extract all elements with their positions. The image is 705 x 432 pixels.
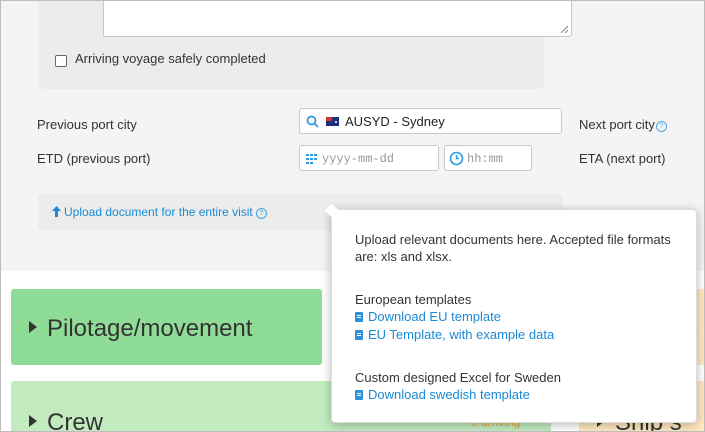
eta-label: ETA (next port): [579, 151, 666, 166]
remarks-textarea[interactable]: [103, 1, 572, 37]
previous-port-label: Previous port city: [37, 117, 137, 132]
next-port-label: Next port city?: [579, 117, 667, 132]
tooltip-intro: Upload relevant documents here. Accepted…: [355, 232, 671, 264]
etd-date-placeholder: yyyy-mm-dd: [322, 152, 395, 166]
eu-templates-heading: European templates: [355, 292, 472, 307]
next-port-label-text: Next port city: [579, 117, 655, 132]
app-frame: Arriving voyage safely completed Previou…: [0, 0, 705, 432]
download-eu-template-link[interactable]: Download EU template: [355, 309, 501, 324]
resize-grip-icon[interactable]: [560, 25, 568, 33]
upload-document-label: Upload document for the entire visit: [64, 205, 253, 219]
voyage-completed-label: Arriving voyage safely completed: [75, 51, 266, 66]
etd-label: ETD (previous port): [37, 151, 151, 166]
eu-template-example-label: EU Template, with example data: [368, 327, 555, 342]
document-icon: [355, 330, 363, 340]
upload-document-link[interactable]: Upload document for the entire visit?: [52, 205, 267, 219]
clock-icon: [449, 151, 464, 166]
crew-title[interactable]: Crew: [29, 409, 104, 432]
download-eu-template-label: Download EU template: [368, 309, 501, 324]
voyage-completed-checkbox[interactable]: [55, 55, 67, 67]
arrow-up-icon: [52, 206, 61, 217]
previous-port-input[interactable]: AUSYD - Sydney: [299, 108, 562, 134]
etd-time-placeholder: hh:mm: [467, 152, 504, 166]
calendar-icon: [306, 154, 317, 164]
download-swedish-template-link[interactable]: Download swedish template: [355, 387, 530, 402]
pilotage-title-text: Pilotage/movement: [47, 315, 253, 342]
search-icon: [306, 115, 319, 128]
australia-flag-icon: [326, 117, 339, 126]
download-swedish-template-label: Download swedish template: [368, 387, 530, 402]
document-icon: [355, 312, 363, 322]
pilotage-title[interactable]: Pilotage/movement: [29, 315, 252, 343]
crew-title-text: Crew: [47, 409, 104, 432]
upload-help-tooltip: Upload relevant documents here. Accepted…: [323, 201, 697, 423]
info-icon[interactable]: ?: [655, 121, 667, 132]
caret-right-icon: [29, 415, 37, 427]
etd-date-input[interactable]: yyyy-mm-dd: [299, 145, 439, 171]
caret-right-icon: [29, 321, 37, 333]
previous-port-value: AUSYD - Sydney: [345, 114, 445, 129]
sweden-heading: Custom designed Excel for Sweden: [355, 370, 561, 385]
pilotage-panel[interactable]: Pilotage/movement: [11, 289, 322, 365]
document-icon: [355, 390, 363, 400]
eu-template-example-link[interactable]: EU Template, with example data: [355, 327, 554, 342]
voyage-card: Arriving voyage safely completed: [38, 1, 572, 89]
etd-time-input[interactable]: hh:mm: [444, 145, 532, 171]
upload-info-icon[interactable]: ?: [255, 208, 267, 219]
